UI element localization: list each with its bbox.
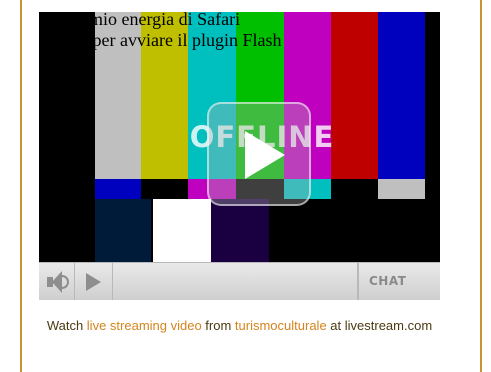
play-icon [245,131,285,179]
strip-gray [378,179,425,199]
caption-prefix: Watch [46,318,87,333]
flash-notice-line2: ic per avviare il plugin Flash [75,30,282,50]
strip-blue [95,179,141,199]
chat-label: CHAT [369,274,407,288]
play-button[interactable] [75,263,113,300]
play-icon [86,273,101,291]
mute-button[interactable] [39,263,75,300]
caption-middle: from [201,318,235,333]
big-play-button[interactable] [207,102,311,206]
left-border [20,0,22,372]
pluge-navy [95,199,151,262]
caption-suffix: at livestream.com [326,318,433,333]
pluge-white [153,199,211,262]
video-area[interactable]: rmio energia di Safari ic per avviare il… [39,12,440,262]
test-bar-blue [378,12,425,179]
flash-notice-line1: rmio energia di Safari [83,12,241,29]
right-border [480,0,482,372]
channel-link[interactable]: turismoculturale [235,318,327,333]
embed-caption: Watch live streaming video from turismoc… [39,318,440,333]
progress-track[interactable] [113,263,358,300]
pluge-purple [211,199,269,262]
chat-button[interactable]: CHAT [358,263,440,300]
live-streaming-link[interactable]: live streaming video [87,318,202,333]
control-bar: CHAT [39,262,440,300]
video-player[interactable]: rmio energia di Safari ic per avviare il… [39,12,440,300]
